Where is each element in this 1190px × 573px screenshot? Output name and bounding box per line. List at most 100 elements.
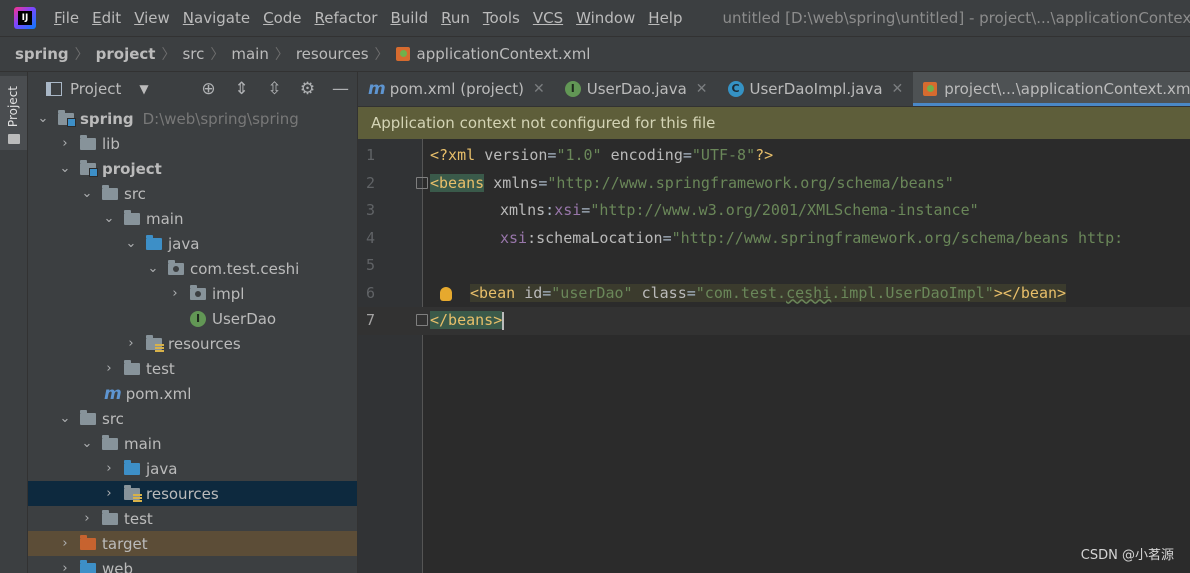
chevron-right-icon[interactable]: › bbox=[102, 461, 116, 476]
chevron-right-icon: 〉 bbox=[74, 47, 89, 63]
project-tree: ⌄ spring D:\web\spring\spring › lib ⌄ pr… bbox=[28, 106, 357, 573]
breadcrumb-resources[interactable]: resources bbox=[296, 45, 369, 63]
chevron-right-icon: 〉 bbox=[161, 47, 176, 63]
folder-icon bbox=[8, 134, 20, 144]
code-line[interactable]: 2 <beans xmlns="http://www.springframewo… bbox=[358, 170, 1190, 198]
chevron-down-icon[interactable]: ⌄ bbox=[58, 411, 72, 426]
tool-window-stripe: Project bbox=[0, 72, 28, 573]
collapse-all-icon[interactable]: ⇳ bbox=[258, 79, 291, 99]
menu-refactor[interactable]: Refactor bbox=[315, 9, 378, 27]
tree-item-src[interactable]: ⌄ src bbox=[28, 181, 357, 206]
breadcrumb-src[interactable]: src bbox=[182, 45, 204, 63]
chevron-down-icon[interactable]: ⌄ bbox=[80, 186, 94, 201]
minimize-icon[interactable]: — bbox=[324, 79, 357, 99]
project-tool-window-button[interactable]: Project bbox=[0, 76, 27, 150]
tree-item-src[interactable]: ⌄ src bbox=[28, 406, 357, 431]
chevron-down-icon[interactable]: ⌄ bbox=[146, 261, 160, 276]
code-line[interactable]: 4 xsi:schemaLocation="http://www.springf… bbox=[358, 225, 1190, 253]
tree-item-spring[interactable]: ⌄ spring D:\web\spring\spring bbox=[28, 106, 357, 131]
breadcrumb-file[interactable]: applicationContext.xml bbox=[417, 45, 591, 63]
fold-icon[interactable] bbox=[416, 314, 428, 326]
tree-item-test[interactable]: › test bbox=[28, 506, 357, 531]
resources-folder-icon bbox=[124, 484, 142, 502]
lightbulb-icon[interactable] bbox=[440, 286, 452, 301]
chevron-right-icon[interactable]: › bbox=[58, 536, 72, 551]
tree-label: spring bbox=[80, 109, 134, 128]
chevron-down-icon[interactable]: ⌄ bbox=[80, 436, 94, 451]
text-caret bbox=[502, 311, 505, 330]
tree-label: main bbox=[146, 209, 184, 228]
code-editor[interactable]: 1 <?xml version="1.0" encoding="UTF-8"?>… bbox=[358, 139, 1190, 573]
code-line-current[interactable]: 7 </beans> bbox=[358, 307, 1190, 335]
gear-icon[interactable]: ⚙ bbox=[291, 79, 324, 99]
tab-userdaoimpl-java[interactable]: C UserDaoImpl.java ✕ bbox=[718, 72, 914, 106]
menu-tools[interactable]: Tools bbox=[483, 9, 520, 27]
target-icon[interactable]: ⊕ bbox=[192, 79, 225, 99]
code-line[interactable]: 6 <bean id="userDao" class="com.test.ces… bbox=[358, 280, 1190, 308]
code-line[interactable]: 1 <?xml version="1.0" encoding="UTF-8"?> bbox=[358, 142, 1190, 170]
menu-navigate[interactable]: Navigate bbox=[183, 9, 250, 27]
chevron-right-icon[interactable]: › bbox=[102, 486, 116, 501]
close-icon[interactable]: ✕ bbox=[696, 81, 708, 97]
tree-item-test[interactable]: › test bbox=[28, 356, 357, 381]
banner-text: Application context not configured for t… bbox=[371, 114, 716, 132]
maven-icon: m bbox=[104, 383, 122, 404]
menu-view[interactable]: View bbox=[134, 9, 170, 27]
tree-item-package[interactable]: ⌄ com.test.ceshi bbox=[28, 256, 357, 281]
chevron-right-icon[interactable]: › bbox=[58, 561, 72, 573]
code-line[interactable]: 3 xmlns:xsi="http://www.w3.org/2001/XMLS… bbox=[358, 197, 1190, 225]
package-icon bbox=[168, 259, 184, 275]
tab-pom-xml[interactable]: m pom.xml (project) ✕ bbox=[358, 72, 555, 106]
chevron-right-icon[interactable]: › bbox=[58, 136, 72, 151]
breadcrumb-spring[interactable]: spring bbox=[15, 45, 69, 63]
code-line[interactable]: 5 bbox=[358, 252, 1190, 280]
tree-item-resources-selected[interactable]: › resources bbox=[28, 481, 357, 506]
menu-code[interactable]: Code bbox=[263, 9, 301, 27]
chevron-down-icon[interactable]: ⌄ bbox=[102, 211, 116, 226]
close-icon[interactable]: ✕ bbox=[892, 81, 904, 97]
menu-run[interactable]: Run bbox=[441, 9, 470, 27]
tree-item-main[interactable]: ⌄ main bbox=[28, 206, 357, 231]
expand-all-icon[interactable]: ⇕ bbox=[225, 79, 258, 99]
menu-help[interactable]: Help bbox=[648, 9, 682, 27]
chevron-down-icon[interactable]: ⌄ bbox=[36, 111, 50, 126]
tree-item-impl[interactable]: › impl bbox=[28, 281, 357, 306]
tree-label: main bbox=[124, 434, 162, 453]
tree-item-main[interactable]: ⌄ main bbox=[28, 431, 357, 456]
folder-icon bbox=[102, 434, 118, 450]
tab-applicationcontext-xml[interactable]: project\...\applicationContext.xml bbox=[913, 72, 1190, 106]
tree-item-java[interactable]: ⌄ java bbox=[28, 231, 357, 256]
chevron-down-icon[interactable]: ▼ bbox=[139, 82, 148, 96]
tree-item-resources[interactable]: › resources bbox=[28, 331, 357, 356]
tree-item-userdao[interactable]: › I UserDao bbox=[28, 306, 357, 331]
menu-vcs[interactable]: VCS bbox=[533, 9, 563, 27]
close-icon[interactable]: ✕ bbox=[533, 81, 545, 97]
chevron-right-icon: 〉 bbox=[374, 47, 389, 63]
menu-window[interactable]: Window bbox=[576, 9, 635, 27]
project-panel-title[interactable]: Project bbox=[70, 80, 121, 98]
project-view-icon bbox=[46, 82, 62, 96]
tree-item-target[interactable]: › target bbox=[28, 531, 357, 556]
tree-item-java[interactable]: › java bbox=[28, 456, 357, 481]
menu-file[interactable]: File bbox=[54, 9, 79, 27]
menu-edit[interactable]: Edit bbox=[92, 9, 121, 27]
tree-item-pom[interactable]: › m pom.xml bbox=[28, 381, 357, 406]
menu-build[interactable]: Build bbox=[390, 9, 428, 27]
window-title: untitled [D:\web\spring\untitled] - proj… bbox=[722, 9, 1190, 27]
breadcrumb-main[interactable]: main bbox=[231, 45, 268, 63]
chevron-right-icon[interactable]: › bbox=[80, 511, 94, 526]
chevron-down-icon[interactable]: ⌄ bbox=[58, 161, 72, 176]
breadcrumb-project[interactable]: project bbox=[96, 45, 156, 63]
intellij-logo-icon[interactable]: IJ bbox=[14, 7, 36, 29]
folder-icon bbox=[124, 209, 140, 225]
tree-item-lib[interactable]: › lib bbox=[28, 131, 357, 156]
tree-item-project[interactable]: ⌄ project bbox=[28, 156, 357, 181]
tab-userdao-java[interactable]: I UserDao.java ✕ bbox=[555, 72, 718, 106]
chevron-down-icon[interactable]: ⌄ bbox=[124, 236, 138, 251]
fold-icon[interactable] bbox=[416, 176, 428, 189]
chevron-right-icon[interactable]: › bbox=[124, 336, 138, 351]
line-number: 7 bbox=[365, 311, 375, 329]
chevron-right-icon[interactable]: › bbox=[102, 361, 116, 376]
tree-item-web[interactable]: › web bbox=[28, 556, 357, 573]
chevron-right-icon[interactable]: › bbox=[168, 286, 182, 301]
